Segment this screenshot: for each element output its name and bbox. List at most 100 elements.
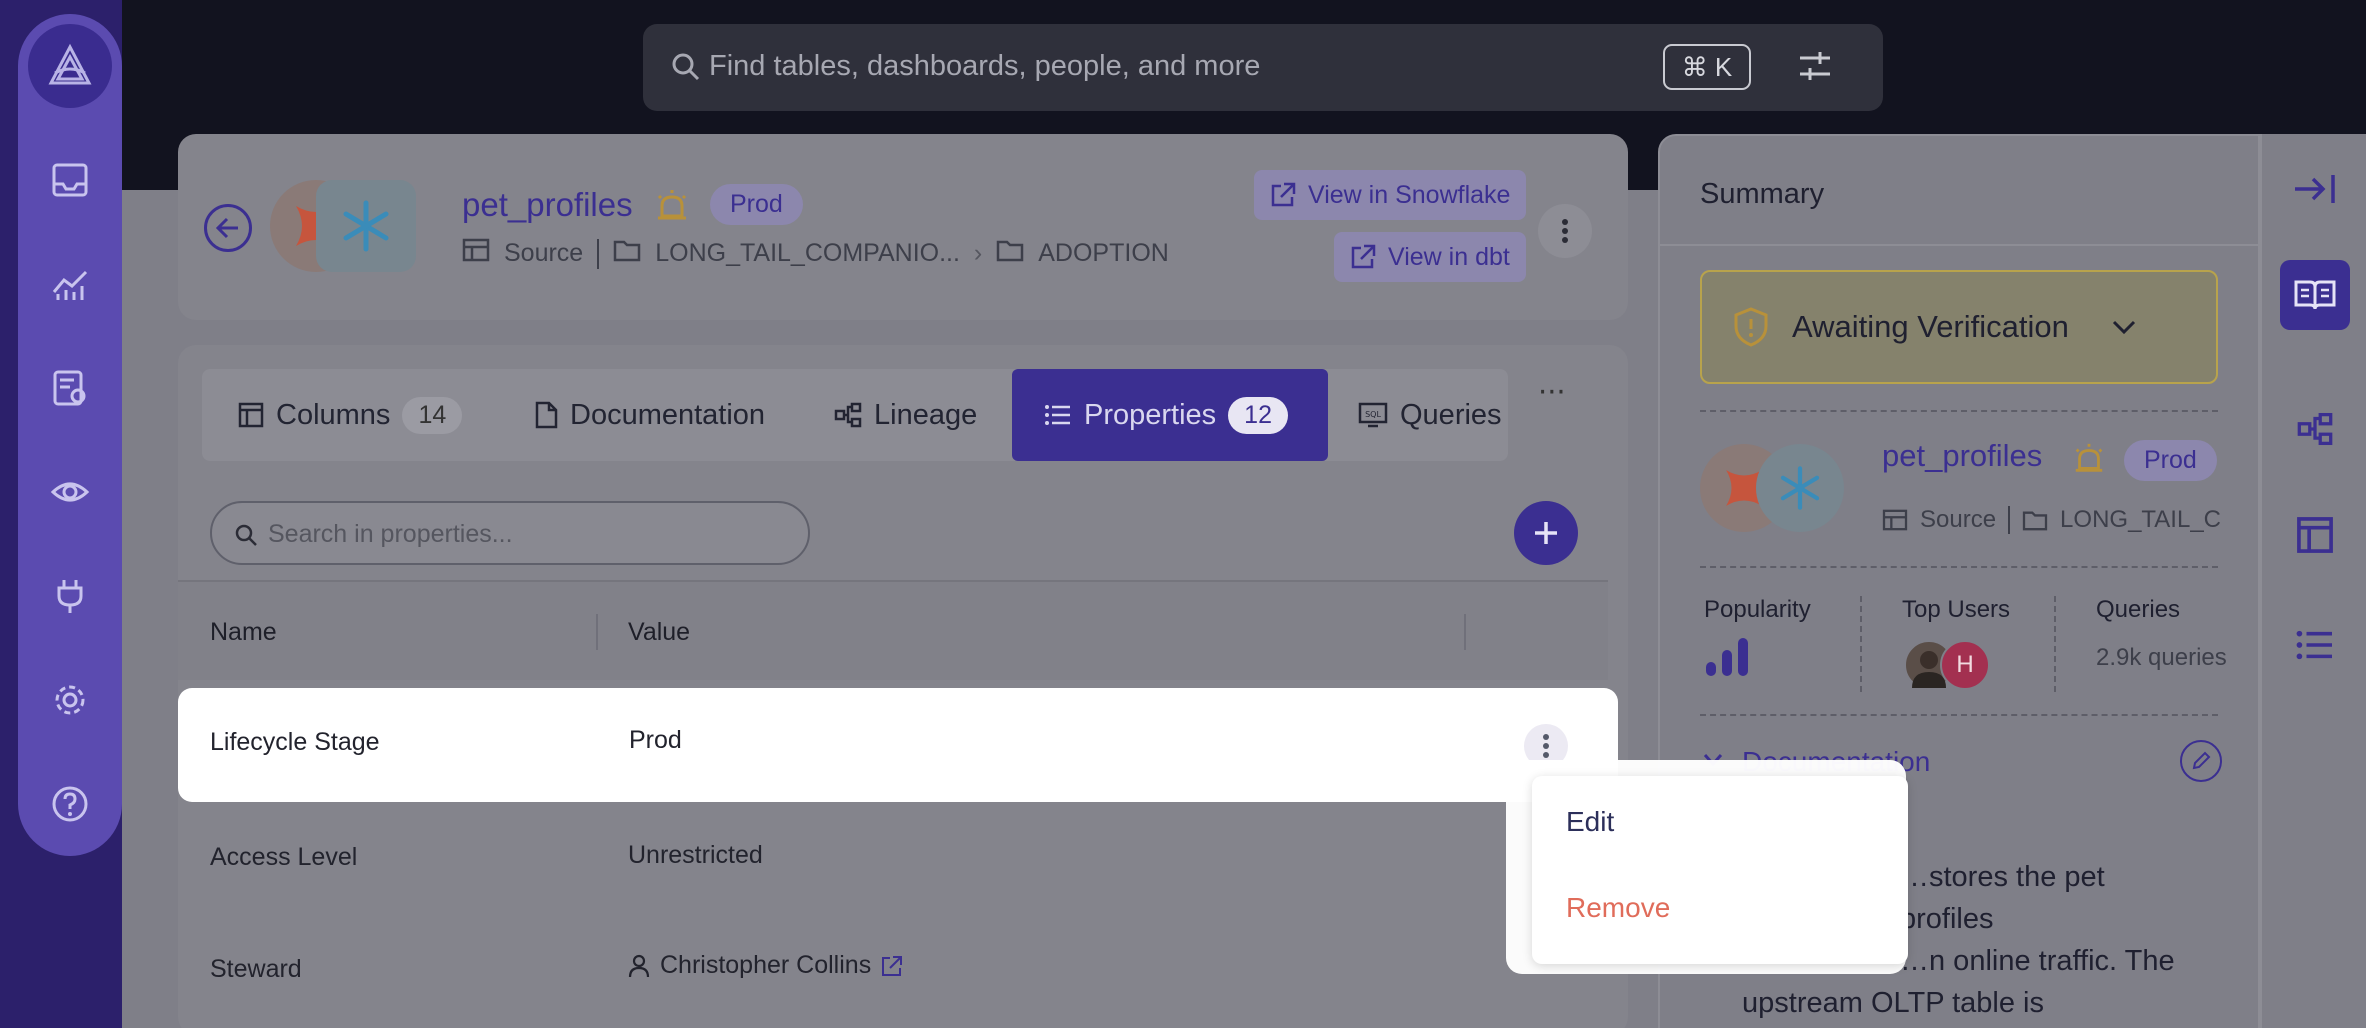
logo[interactable] <box>28 24 112 108</box>
table-header: Name Value <box>178 580 1608 680</box>
tab-columns[interactable]: Columns 14 <box>238 369 463 461</box>
folder-icon <box>2022 511 2048 531</box>
right-icon-rail <box>2260 134 2366 1028</box>
entity-header: pet_profiles Prod Source LONG_TAIL_COMPA… <box>178 134 1628 320</box>
folder-icon <box>996 238 1024 269</box>
view-in-dbt-button[interactable]: View in dbt <box>1334 232 1526 282</box>
property-name: Steward <box>210 955 302 983</box>
properties-count: 12 <box>1228 396 1288 434</box>
summary-title: Summary <box>1700 178 1825 210</box>
list-icon <box>1045 405 1070 425</box>
breadcrumb-source[interactable]: Source <box>504 239 583 268</box>
divider <box>1700 410 2218 412</box>
properties-search-input[interactable]: Search in properties... <box>210 501 810 565</box>
breadcrumb-schema[interactable]: ADOPTION <box>1038 239 1169 268</box>
inbox-icon[interactable] <box>44 154 96 206</box>
shield-icon <box>1734 307 1768 347</box>
summary-entity-title[interactable]: pet_profiles <box>1882 438 2042 474</box>
divider <box>597 238 600 269</box>
breadcrumb-database[interactable]: LONG_TAIL_COMPANIO... <box>655 239 960 268</box>
shortcut-hint: ⌘ K <box>1663 44 1751 90</box>
divider <box>1700 566 2218 568</box>
doc-line: upstream OLTP table is <box>1742 987 2044 1019</box>
sql-icon: SQL <box>1358 402 1388 428</box>
table-icon <box>462 238 490 269</box>
plus-icon <box>1535 522 1557 544</box>
tab-properties[interactable]: Properties 12 <box>1012 369 1328 461</box>
breadcrumb-database[interactable]: LONG_TAIL_C <box>2060 506 2221 534</box>
queries-value: 2.9k queries <box>2096 644 2227 671</box>
settings-icon[interactable] <box>44 674 96 726</box>
view-in-dbt-label: View in dbt <box>1388 242 1510 271</box>
user-icon <box>628 954 650 977</box>
tab-columns-label: Columns <box>276 398 391 431</box>
pencil-icon <box>2192 751 2211 770</box>
verification-status-dropdown[interactable]: Awaiting Verification <box>1700 270 2218 384</box>
table-row[interactable]: Access Level Unrestricted <box>178 801 1618 913</box>
more-actions-button[interactable] <box>1538 204 1592 258</box>
reports-icon[interactable] <box>44 362 96 414</box>
columns-icon <box>238 402 264 428</box>
menu-item-remove[interactable]: Remove <box>1566 892 1670 924</box>
tab-lineage-label: Lineage <box>874 398 978 431</box>
eye-icon[interactable] <box>44 466 96 518</box>
property-name: Lifecycle Stage <box>210 728 380 756</box>
external-link-icon <box>1271 182 1296 207</box>
arrow-left-icon <box>215 217 238 239</box>
kebab-icon <box>1562 219 1568 243</box>
filter-sliders-icon[interactable] <box>1798 48 1832 88</box>
chevron-right-icon: › <box>973 239 983 267</box>
tab-documentation[interactable]: Documentation <box>534 369 765 461</box>
lineage-icon <box>834 402 862 428</box>
back-button[interactable] <box>204 204 252 252</box>
property-value: Unrestricted <box>628 841 763 869</box>
sidebar <box>18 14 122 856</box>
external-link-icon[interactable] <box>881 955 903 977</box>
add-property-button[interactable] <box>1514 501 1578 565</box>
column-divider <box>596 614 598 650</box>
properties-search-placeholder: Search in properties... <box>268 520 513 548</box>
tab-lineage[interactable]: Lineage <box>834 369 977 461</box>
table-row-selected[interactable]: Lifecycle Stage Prod <box>178 688 1618 802</box>
verification-label: Awaiting Verification <box>1792 309 2069 344</box>
view-in-snowflake-button[interactable]: View in Snowflake <box>1254 170 1527 220</box>
steward-value: Christopher Collins <box>628 951 903 980</box>
breadcrumb: Source LONG_TAIL_COMPANIO... › ADOPTION <box>462 238 1169 269</box>
divider <box>1660 244 2262 246</box>
steward-name[interactable]: Christopher Collins <box>660 951 871 980</box>
help-icon[interactable] <box>44 778 96 830</box>
search-placeholder: Find tables, dashboards, people, and mor… <box>709 50 1261 82</box>
more-tabs-button[interactable]: ··· <box>1538 375 1566 409</box>
collapse-panel-icon[interactable] <box>2280 154 2350 224</box>
folder-icon <box>613 238 641 269</box>
search-icon <box>671 52 701 86</box>
tab-documentation-label: Documentation <box>570 398 766 431</box>
tab-queries[interactable]: SQL Queries <box>1358 369 1502 461</box>
avatar[interactable]: H <box>1940 640 1990 690</box>
top-users-label: Top Users <box>1902 596 2011 623</box>
snowflake-logo <box>316 180 416 272</box>
analytics-icon[interactable] <box>44 258 96 310</box>
lineage-icon[interactable] <box>2280 394 2350 464</box>
table-row[interactable]: Steward Christopher Collins <box>178 913 1618 1025</box>
view-in-snowflake-label: View in Snowflake <box>1308 180 1511 209</box>
document-icon <box>535 401 558 429</box>
entity-title[interactable]: pet_profiles <box>462 186 633 224</box>
book-icon[interactable] <box>2280 260 2350 330</box>
columns-icon[interactable] <box>2280 500 2350 570</box>
edit-documentation-button[interactable] <box>2180 740 2222 782</box>
search-icon <box>235 524 257 546</box>
menu-item-edit[interactable]: Edit <box>1566 806 1614 838</box>
external-link-icon <box>1351 244 1376 269</box>
tab-properties-label: Properties <box>1084 398 1217 431</box>
plug-icon[interactable] <box>44 570 96 622</box>
column-header-value: Value <box>628 618 691 646</box>
list-icon[interactable] <box>2280 610 2350 680</box>
popularity-bars-icon <box>1706 638 1748 676</box>
chevron-down-icon <box>2112 320 2135 335</box>
row-actions-menu: Edit Remove <box>1532 776 1908 964</box>
column-header-name: Name <box>210 618 277 646</box>
divider <box>1860 596 1862 692</box>
breadcrumb-source[interactable]: Source <box>1920 506 1996 534</box>
global-search[interactable]: Find tables, dashboards, people, and mor… <box>643 24 1883 111</box>
